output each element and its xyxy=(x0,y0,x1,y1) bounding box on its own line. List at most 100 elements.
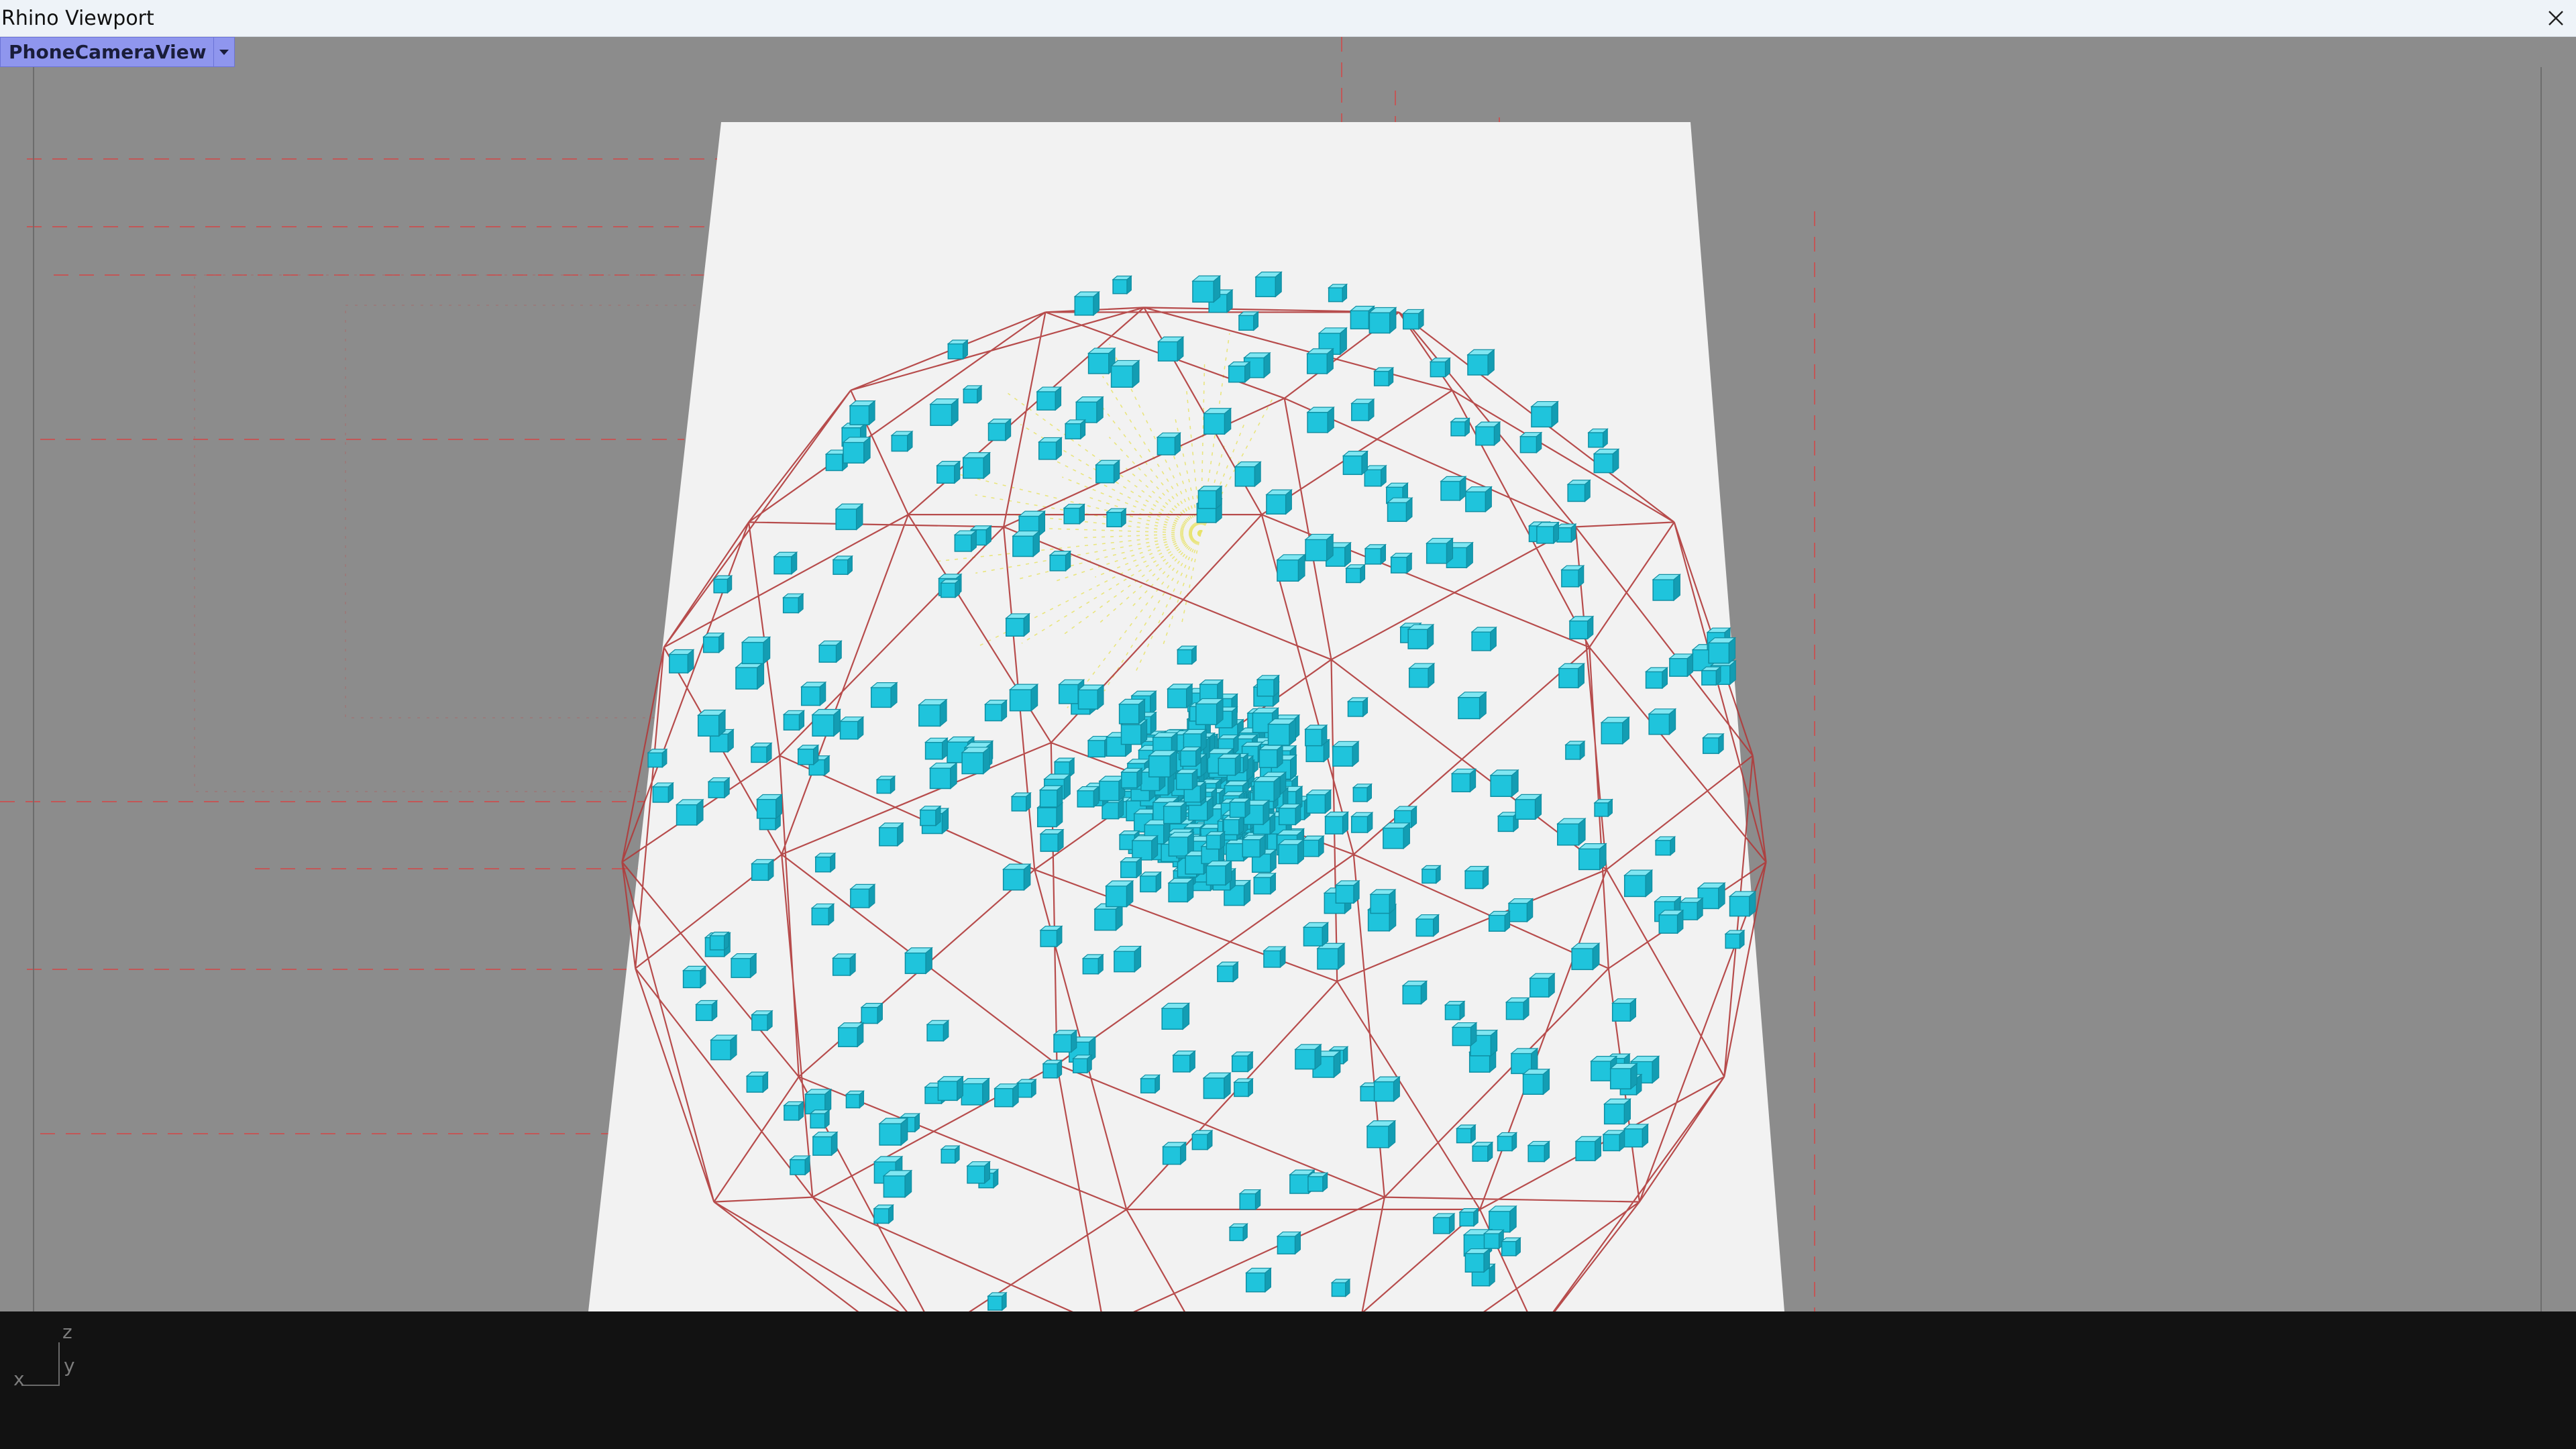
point-cube xyxy=(1514,794,1543,820)
point-cube xyxy=(697,709,727,737)
point-cube xyxy=(1241,834,1267,858)
point-cube xyxy=(751,1010,773,1032)
point-cube xyxy=(994,1083,1020,1108)
point-cube xyxy=(1668,653,1695,678)
point-cube xyxy=(1161,1002,1191,1030)
point-cube xyxy=(1276,1231,1302,1255)
point-cube xyxy=(1496,1132,1518,1152)
point-cube xyxy=(1556,523,1577,543)
point-cube xyxy=(1258,744,1284,769)
point-cube xyxy=(1352,783,1373,803)
point-cube xyxy=(1401,980,1428,1005)
scene xyxy=(0,37,2542,1311)
point-cube xyxy=(1294,1043,1322,1070)
point-cube xyxy=(1073,290,1101,317)
point-cube xyxy=(1342,450,1369,476)
point-cube xyxy=(745,1071,769,1093)
point-cube xyxy=(1429,357,1451,378)
point-cube xyxy=(1093,902,1124,931)
point-cube xyxy=(1012,530,1040,557)
point-cube xyxy=(1568,615,1595,640)
point-cube xyxy=(1267,718,1297,747)
point-cube xyxy=(1305,789,1332,814)
point-cube xyxy=(1049,550,1072,572)
viewport-menu-button[interactable] xyxy=(213,38,234,66)
point-cube xyxy=(1488,910,1511,932)
point-cube xyxy=(1075,396,1104,424)
point-cube xyxy=(1330,1278,1351,1297)
point-cube xyxy=(682,965,707,989)
point-cube xyxy=(1231,1051,1254,1073)
point-cube xyxy=(940,578,961,598)
point-cube xyxy=(1450,768,1477,793)
point-cube xyxy=(668,649,695,674)
point-cube xyxy=(1064,419,1087,440)
point-cube xyxy=(1483,1229,1505,1250)
point-cube xyxy=(1593,798,1613,818)
point-cube xyxy=(1179,746,1202,767)
point-cube xyxy=(1444,1000,1466,1021)
point-cube xyxy=(1602,1129,1626,1152)
point-cube xyxy=(1277,839,1305,865)
window-title: Rhino Viewport xyxy=(1,7,154,30)
point-cube xyxy=(1252,775,1281,802)
point-cube xyxy=(837,1022,865,1048)
point-cube xyxy=(1373,366,1395,387)
point-cube xyxy=(1306,347,1334,375)
point-cube xyxy=(741,636,771,665)
point-cube xyxy=(1172,1050,1196,1073)
point-cube xyxy=(712,574,733,594)
point-cube xyxy=(845,1090,865,1109)
point-cube xyxy=(878,1117,909,1146)
point-cube xyxy=(1163,801,1187,824)
point-cube xyxy=(1345,564,1366,584)
point-cube xyxy=(1263,945,1287,969)
point-cube xyxy=(1327,283,1348,303)
point-cube xyxy=(1421,865,1442,884)
viewport-name-label[interactable]: PhoneCameraView xyxy=(1,38,213,66)
point-cube xyxy=(1426,537,1454,565)
point-cube xyxy=(1202,1072,1232,1099)
point-cube xyxy=(1265,488,1293,515)
point-cube xyxy=(1256,674,1281,697)
chevron-down-icon xyxy=(219,49,229,55)
point-cube xyxy=(1316,942,1346,970)
point-cube xyxy=(1005,612,1031,637)
point-cube xyxy=(1161,1141,1187,1165)
point-cube xyxy=(1118,698,1146,725)
title-bar: Rhino Viewport xyxy=(0,0,2576,37)
point-cube xyxy=(1304,724,1328,747)
point-cube xyxy=(1566,479,1591,502)
viewport-canvas[interactable] xyxy=(0,37,2576,1311)
point-cube xyxy=(1611,998,1638,1022)
point-cube xyxy=(1228,797,1251,818)
point-cube xyxy=(707,777,731,799)
point-cube xyxy=(1120,857,1143,879)
point-cube xyxy=(730,953,757,979)
point-cube xyxy=(878,822,904,847)
point-cube xyxy=(1415,914,1440,937)
point-cube xyxy=(1301,835,1325,858)
point-cube xyxy=(1238,311,1260,331)
point-cube xyxy=(1217,753,1242,776)
point-cube xyxy=(936,1075,965,1102)
point-cube xyxy=(735,661,765,690)
point-cube xyxy=(1464,1248,1491,1273)
point-cube xyxy=(1245,1267,1273,1293)
point-cube xyxy=(1307,1172,1329,1193)
point-cube xyxy=(1390,552,1413,574)
point-cube xyxy=(1574,1135,1603,1162)
close-button[interactable] xyxy=(2536,0,2576,36)
point-cube xyxy=(1110,360,1140,388)
point-cube xyxy=(1053,1029,1078,1053)
point-cube xyxy=(1623,1123,1650,1148)
point-cube xyxy=(1081,953,1104,975)
point-cube xyxy=(1560,564,1585,588)
point-cube xyxy=(842,436,871,464)
viewport-title-tab[interactable]: PhoneCameraView xyxy=(0,37,235,67)
point-cube xyxy=(1474,421,1501,446)
point-cube xyxy=(947,339,969,360)
point-cube xyxy=(1228,361,1251,383)
point-cube xyxy=(1368,307,1397,334)
point-cube xyxy=(1191,1129,1214,1150)
